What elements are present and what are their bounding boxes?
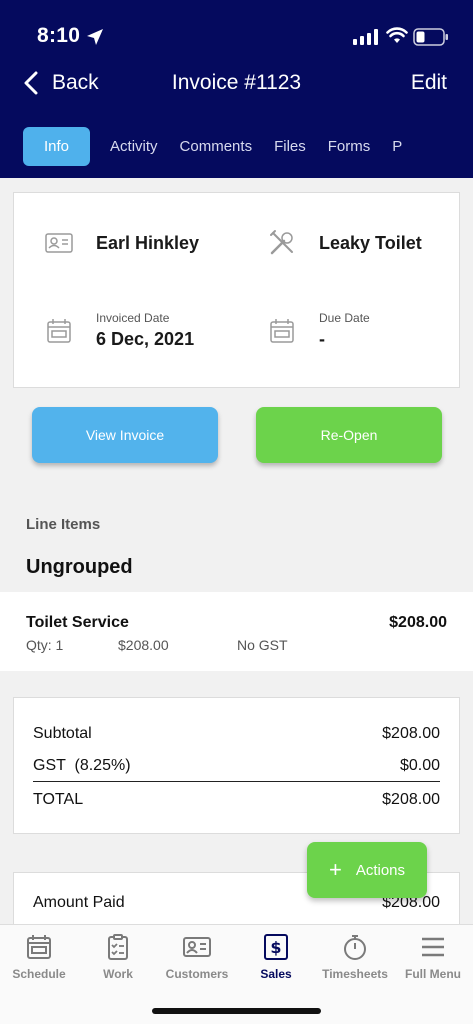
tabbar-label: Timesheets <box>322 967 388 981</box>
subtotal-row: Subtotal $208.00 <box>33 725 440 743</box>
tabbar-label: Customers <box>165 967 229 981</box>
page-title: Invoice #1123 <box>171 71 302 94</box>
tab-bar: Info Activity Comments Files Forms P <box>23 126 473 166</box>
line-item-name: Toilet Service <box>26 614 129 631</box>
customer-cell[interactable]: Earl Hinkley <box>44 228 199 258</box>
tabbar-sales[interactable]: $ Sales <box>237 933 315 981</box>
location-arrow-icon <box>87 29 103 45</box>
chevron-left-icon <box>24 71 38 95</box>
total-row: TOTAL $208.00 <box>33 791 440 809</box>
line-items-heading: Line Items <box>26 516 101 533</box>
job-name: Leaky Toilet <box>319 232 422 253</box>
nav-bar: Back Invoice #1123 Edit <box>0 64 473 104</box>
tabbar-label: Work <box>103 967 133 981</box>
wifi-icon <box>386 27 408 43</box>
battery-icon <box>413 28 448 46</box>
edit-button[interactable]: Edit <box>411 71 447 95</box>
calendar-icon <box>27 935 51 959</box>
line-item-tax: No GST <box>237 637 288 653</box>
back-button[interactable]: Back <box>24 68 99 98</box>
signal-icon <box>353 29 378 45</box>
subtotal-value: $208.00 <box>382 725 440 742</box>
stopwatch-icon <box>344 935 366 960</box>
tabbar-timesheets[interactable]: Timesheets <box>316 933 394 981</box>
actions-button[interactable]: + Actions <box>307 842 427 898</box>
calendar-icon <box>47 318 71 343</box>
svg-text:$: $ <box>270 938 281 957</box>
reopen-button[interactable]: Re-Open <box>256 407 442 463</box>
gst-label: GST (8.25%) <box>33 757 131 774</box>
gst-value: $0.00 <box>399 757 440 774</box>
menu-icon <box>422 937 444 957</box>
line-item-total: $208.00 <box>389 614 447 631</box>
gst-row: GST (8.25%) $0.00 <box>33 757 440 775</box>
subtotal-label: Subtotal <box>33 725 92 742</box>
status-bar: 8:10 <box>0 22 473 52</box>
customer-name: Earl Hinkley <box>96 232 200 253</box>
tab-overflow[interactable]: P <box>392 127 424 166</box>
job-cell[interactable]: Leaky Toilet <box>267 228 422 258</box>
invoiced-date-cell: Invoiced Date 6 Dec, 2021 <box>44 311 194 350</box>
line-item-price: $208.00 <box>118 637 169 653</box>
amount-paid-label: Amount Paid <box>33 894 125 911</box>
tab-comments[interactable]: Comments <box>180 127 275 166</box>
tab-activity[interactable]: Activity <box>110 127 180 166</box>
clipboard-icon <box>108 934 128 960</box>
due-date-cell: Due Date - <box>267 311 370 350</box>
invoiced-date-label: Invoiced Date <box>96 311 170 325</box>
tabbar-customers[interactable]: Customers <box>158 933 236 981</box>
tabbar-full-menu[interactable]: Full Menu <box>394 933 472 981</box>
app-header: 8:10 Back Invoice #1123 Edit Info Activi… <box>0 0 473 178</box>
tabbar-label: Full Menu <box>405 967 461 981</box>
status-time: 8:10 <box>37 24 81 47</box>
totals-divider <box>33 781 440 782</box>
invoiced-date-value: 6 Dec, 2021 <box>96 329 195 349</box>
tab-info[interactable]: Info <box>23 126 91 166</box>
back-label: Back <box>52 71 99 94</box>
calendar-icon <box>270 318 294 343</box>
home-indicator <box>152 1008 321 1014</box>
tab-forms[interactable]: Forms <box>328 127 393 166</box>
total-value: $208.00 <box>382 791 440 808</box>
tab-files[interactable]: Files <box>274 127 328 166</box>
dollar-icon: $ <box>264 934 288 960</box>
tabbar-label: Sales <box>260 967 292 981</box>
plus-icon: + <box>328 857 342 882</box>
contact-card-icon <box>45 233 73 253</box>
tabbar-schedule[interactable]: Schedule <box>0 933 78 981</box>
actions-label: Actions <box>355 861 406 879</box>
view-invoice-button[interactable]: View Invoice <box>32 407 218 463</box>
contact-card-icon <box>183 937 211 957</box>
invoice-info-card: Earl Hinkley Leaky Toilet Invoiced Date … <box>13 192 460 388</box>
tabbar-work[interactable]: Work <box>79 933 157 981</box>
due-date-value: - <box>319 329 325 349</box>
line-item-qty: Qty: 1 <box>26 637 64 653</box>
total-label: TOTAL <box>33 791 84 808</box>
tabbar-label: Schedule <box>12 967 66 981</box>
due-date-label: Due Date <box>319 311 370 325</box>
tools-icon <box>270 230 293 255</box>
group-title: Ungrouped <box>26 556 133 578</box>
totals-card: Subtotal $208.00 GST (8.25%) $0.00 TOTAL… <box>13 697 460 834</box>
line-item[interactable]: Toilet Service $208.00 Qty: 1 $208.00 No… <box>0 592 473 671</box>
